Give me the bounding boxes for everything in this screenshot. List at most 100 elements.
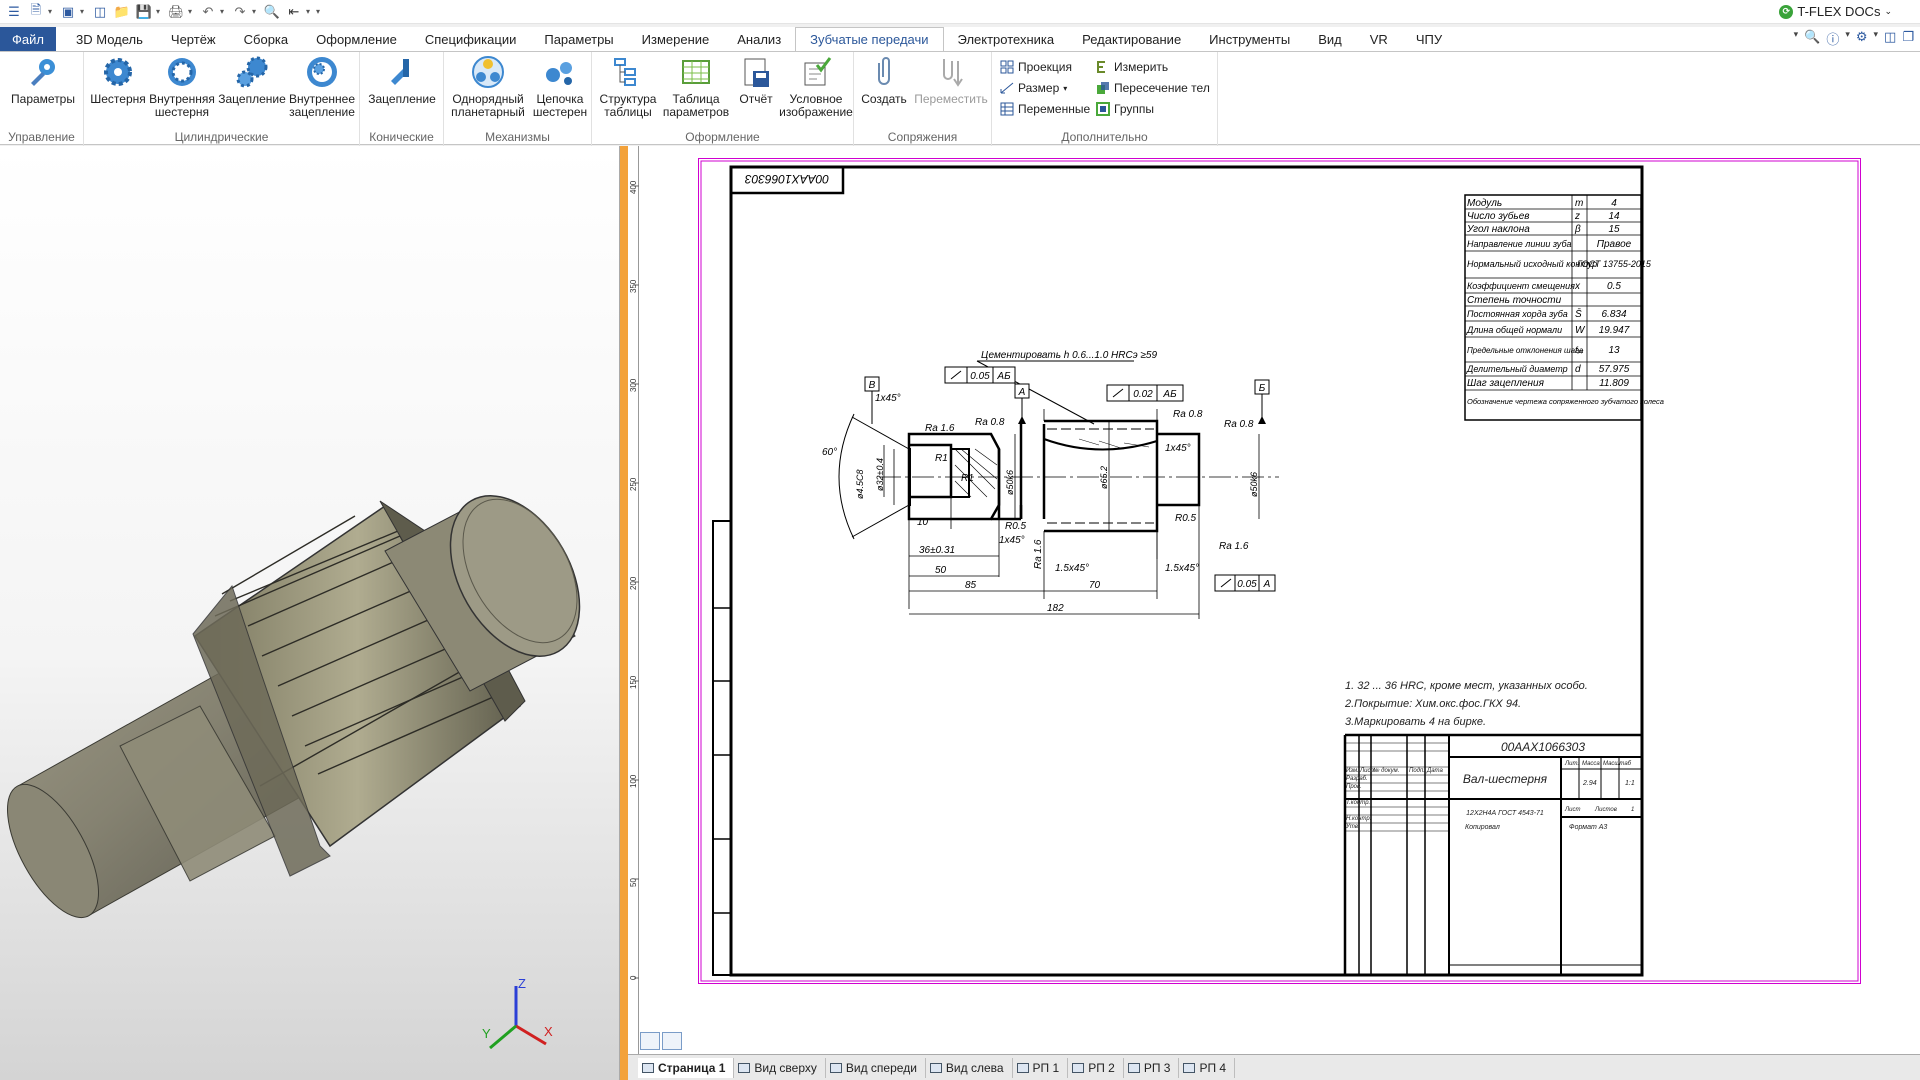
tab-measurement[interactable]: Измерение <box>628 27 724 51</box>
redo-icon[interactable]: ↷ <box>230 2 250 22</box>
help-icon[interactable]: ⓘ <box>1826 29 1839 48</box>
drawing-sheet[interactable]: 00ААХ1066303 Модуль m 4 Число зубьев z 1… <box>698 158 1861 984</box>
hamburger-menu-icon[interactable]: ☰ <box>4 2 24 22</box>
parameter-table-button[interactable]: Таблица параметров <box>660 55 732 119</box>
bevel-mesh-button[interactable]: Зацепление <box>366 55 438 106</box>
restore-window-icon[interactable]: ❐ <box>1902 29 1914 48</box>
bevel-gear-icon <box>385 55 419 89</box>
internal-mesh-button[interactable]: Внутреннее зацепление <box>284 55 360 119</box>
tab-assembly[interactable]: Сборка <box>230 27 303 51</box>
find-icon[interactable]: 🔍 <box>262 2 282 22</box>
ribbon-options-icon[interactable]: ▾ <box>1794 29 1799 48</box>
group-bevel: Зацепление Конические <box>360 52 444 146</box>
split-page-view-icon[interactable] <box>662 1032 682 1050</box>
dim-r05-b: R0.5 <box>1175 513 1197 524</box>
print-icon[interactable]: 🖨 <box>166 2 186 22</box>
gear-shaft-3d-model[interactable] <box>0 146 620 1080</box>
2d-drawing-view[interactable]: 400 350 300 250 200 150 100 50 0 00ААХ10… <box>628 146 1920 1054</box>
tab-specifications[interactable]: Спецификации <box>411 27 531 51</box>
title-hdr-3: № докум. <box>1373 767 1399 774</box>
new-dropdown-icon[interactable]: ▾ <box>48 7 56 16</box>
undo-dropdown-icon[interactable]: ▾ <box>220 7 228 16</box>
conditional-image-button[interactable]: Условное изображение <box>778 55 854 119</box>
sheet-tab-rp3[interactable]: РП 3 <box>1124 1058 1180 1078</box>
ruler-tick: 100 <box>629 774 638 788</box>
sheet-tab-rp4[interactable]: РП 4 <box>1179 1058 1236 1078</box>
internal-mesh-icon <box>305 55 339 89</box>
create-mate-button[interactable]: Создать <box>858 55 910 106</box>
tab-tools[interactable]: Инструменты <box>1195 27 1304 51</box>
window-layout-icon[interactable]: ◫ <box>1884 29 1896 48</box>
sheet-tab-page-1[interactable]: Страница 1 <box>638 1058 735 1078</box>
window-icon[interactable]: ◫ <box>90 2 110 22</box>
open-folder-icon[interactable]: 📁 <box>112 2 132 22</box>
dimension-button[interactable]: Размер ▾ <box>1000 79 1067 97</box>
print-dropdown-icon[interactable]: ▾ <box>188 7 196 16</box>
settings-gear-icon[interactable]: ⚙ <box>1856 29 1868 48</box>
search-icon[interactable]: 🔍 <box>1804 29 1820 48</box>
table-structure-button[interactable]: Структура таблицы <box>596 55 660 119</box>
tab-analysis[interactable]: Анализ <box>723 27 795 51</box>
undo-icon[interactable]: ↶ <box>198 2 218 22</box>
dim-r05-a: R0.5 <box>1005 521 1027 532</box>
sheet-tab-left-view[interactable]: Вид слева <box>926 1058 1013 1078</box>
note-line: 2.Покрытие: Хим.окс.фос.ГКХ 94. <box>1344 698 1521 710</box>
sheet-tab-rp1[interactable]: РП 1 <box>1013 1058 1069 1078</box>
docs-brand[interactable]: ⟳ T-FLEX DOCs ⌄ <box>1779 4 1892 19</box>
param-name: Степень точности <box>1467 295 1562 306</box>
drawing-code-rotated: 00ААХ1066303 <box>745 172 829 186</box>
new-3d-dropdown-icon[interactable]: ▾ <box>80 7 88 16</box>
view-icon <box>829 1063 842 1073</box>
tab-formatting[interactable]: Оформление <box>302 27 411 51</box>
sheet-tab-front-view[interactable]: Вид спереди <box>826 1058 926 1078</box>
customize-qat-icon[interactable]: ▾ <box>316 7 324 16</box>
tab-gears[interactable]: Зубчатые передачи <box>795 27 944 51</box>
measure-icon[interactable]: ⇤ <box>284 2 304 22</box>
settings-dropdown-icon[interactable]: ▾ <box>1874 29 1879 48</box>
tab-editing[interactable]: Редактирование <box>1068 27 1195 51</box>
variables-button[interactable]: Переменные <box>1000 100 1090 118</box>
groups-icon <box>1096 102 1110 116</box>
tab-3d-model[interactable]: 3D Модель <box>62 27 157 51</box>
gear-mesh-button[interactable]: Зацепление <box>216 55 288 106</box>
internal-gear-button[interactable]: Внутренняя шестерня <box>146 55 218 119</box>
move-mate-button[interactable]: Переместить <box>912 55 990 106</box>
tab-view[interactable]: Вид <box>1304 27 1356 51</box>
tab-cnc[interactable]: ЧПУ <box>1402 27 1456 51</box>
view-splitter[interactable] <box>620 146 628 1080</box>
parameters-button[interactable]: Параметры <box>8 55 78 106</box>
redo-dropdown-icon[interactable]: ▾ <box>252 7 260 16</box>
measure-button[interactable]: Измерить <box>1096 58 1168 76</box>
new-document-icon[interactable]: 🗎 <box>26 2 46 22</box>
save-dropdown-icon[interactable]: ▾ <box>156 7 164 16</box>
tab-file[interactable]: Файл <box>0 27 56 51</box>
help-dropdown-icon[interactable]: ▾ <box>1845 29 1850 48</box>
planetary-button[interactable]: Однорядный планетарный <box>448 55 528 119</box>
report-button[interactable]: Отчёт <box>732 55 780 106</box>
title-row: Пров. <box>1346 784 1362 790</box>
sheet-tab-top-view[interactable]: Вид сверху <box>734 1058 826 1078</box>
tab-vr[interactable]: VR <box>1356 27 1402 51</box>
tab-parameters[interactable]: Параметры <box>530 27 627 51</box>
tab-electrical[interactable]: Электротехника <box>944 27 1069 51</box>
sheet-tab-rp2[interactable]: РП 2 <box>1068 1058 1124 1078</box>
param-value: 0.5 <box>1607 281 1621 292</box>
param-name: Модуль <box>1467 198 1502 209</box>
measure-dropdown-icon[interactable]: ▾ <box>306 7 314 16</box>
title-bar: ☰ 🗎 ▾ ▣ ▾ ◫ 📁 💾 ▾ 🖨 ▾ ↶ ▾ ↷ ▾ 🔍 ⇤ ▾ ▾ ⟳ T-FLEX … <box>0 0 1920 24</box>
gear-button[interactable]: Шестерня <box>86 55 150 106</box>
groups-button[interactable]: Группы <box>1096 100 1154 118</box>
dim-r1-a: R1 <box>935 453 948 464</box>
new-3d-icon[interactable]: ▣ <box>58 2 78 22</box>
projection-button[interactable]: Проекция <box>1000 58 1072 76</box>
body-intersection-button[interactable]: Пересечение тел <box>1096 79 1210 97</box>
3d-viewport[interactable]: Z X Y <box>0 146 620 1080</box>
tab-drawing[interactable]: Чертёж <box>157 27 230 51</box>
dim-50: 50 <box>935 565 947 576</box>
docs-logo-icon: ⟳ <box>1779 4 1794 19</box>
gear-chain-button[interactable]: Цепочка шестерен <box>530 55 590 119</box>
save-icon[interactable]: 💾 <box>134 2 154 22</box>
single-page-view-icon[interactable] <box>640 1032 660 1050</box>
dimension-dropdown-icon[interactable]: ▾ <box>1063 84 1067 93</box>
planetary-gear-icon <box>471 55 505 89</box>
